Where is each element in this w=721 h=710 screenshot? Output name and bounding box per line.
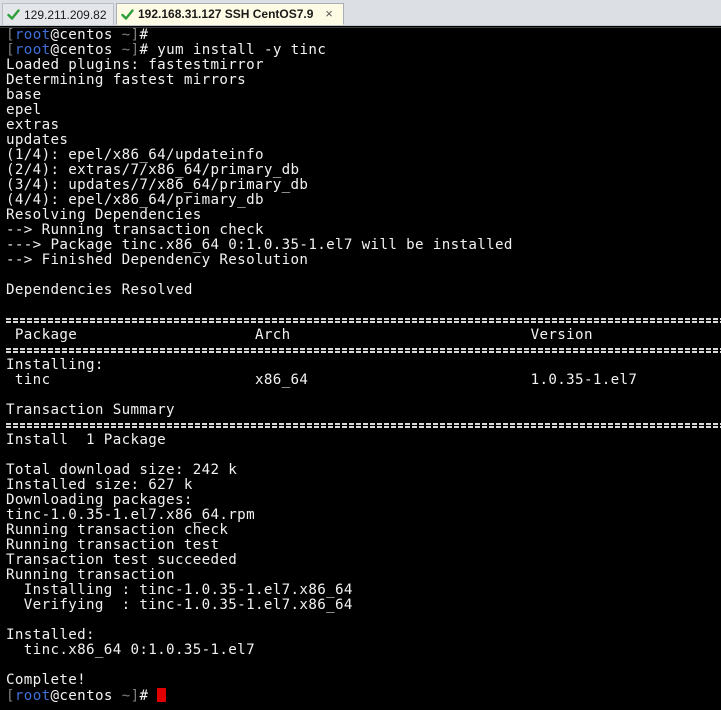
separator-rule <box>6 347 721 354</box>
output-line: Installed: <box>6 627 95 643</box>
prompt-host: centos <box>59 688 113 704</box>
check-icon <box>7 9 20 20</box>
check-icon <box>121 8 134 20</box>
prompt-line: [root@centos ~]# <box>6 28 148 43</box>
output-line: Determining fastest mirrors <box>6 72 247 88</box>
table-header: Package Arch Version <box>6 327 593 343</box>
output-line: Running transaction test <box>6 537 220 553</box>
prompt-open-bracket: [ <box>6 42 15 58</box>
prompt-open-bracket: [ <box>6 688 15 704</box>
output-line: extras <box>6 117 60 133</box>
output-line: (1/4): epel/x86_64/updateinfo <box>6 147 264 163</box>
output-line: Install 1 Package <box>6 432 167 448</box>
output-line: Transaction test succeeded <box>6 552 238 568</box>
command-text: yum install -y tinc <box>148 42 327 58</box>
output-line: updates <box>6 132 69 148</box>
table-row: tinc x86_64 1.0.35-1.el7 <box>6 372 638 388</box>
prompt-dir: ~ <box>121 27 131 43</box>
prompt-user: root <box>14 688 51 704</box>
command-line: [root@centos ~]# yum install -y tinc <box>6 43 326 58</box>
tab-session-192-active[interactable]: 192.168.31.127 SSH CentOS7.9 × <box>116 3 344 25</box>
output-line: Resolving Dependencies <box>6 207 202 223</box>
output-line: Running transaction <box>6 567 175 583</box>
separator-rule <box>6 317 721 324</box>
prompt-host: centos <box>59 27 113 43</box>
terminal-output[interactable]: [root@centos ~]# [root@centos ~]# yum in… <box>0 27 721 710</box>
prompt-symbol: # <box>139 27 149 43</box>
output-line: epel <box>6 102 42 118</box>
session-tab-bar: 129.211.209.82 192.168.31.127 SSH CentOS… <box>0 0 721 26</box>
prompt-dir: ~ <box>121 688 131 704</box>
output-line: tinc.x86_64 0:1.0.35-1.el7 <box>6 642 255 658</box>
separator-rule <box>6 422 721 429</box>
output-line: (4/4): epel/x86_64/primary_db <box>6 192 264 208</box>
output-line: Transaction Summary <box>6 402 175 418</box>
output-line: ---> Package tinc.x86_64 0:1.0.35-1.el7 … <box>6 237 513 253</box>
close-tab-icon[interactable]: × <box>322 7 336 21</box>
output-line: Complete! <box>6 672 87 688</box>
output-line: Running transaction check <box>6 522 229 538</box>
tab-label: 129.211.209.82 <box>24 7 107 22</box>
output-line: (3/4): updates/7/x86_64/primary_db <box>6 177 309 193</box>
tab-session-129[interactable]: 129.211.209.82 <box>2 3 114 25</box>
prompt-open-bracket: [ <box>6 27 15 43</box>
tab-label: 192.168.31.127 SSH CentOS7.9 <box>138 7 314 21</box>
prompt-host: centos <box>59 42 113 58</box>
text-cursor[interactable] <box>157 688 167 702</box>
output-line: --> Running transaction check <box>6 222 264 238</box>
output-line: Installed size: 627 k <box>6 477 193 493</box>
active-prompt-line[interactable]: [root@centos ~]# <box>6 688 167 704</box>
output-line: Total download size: 242 k <box>6 462 238 478</box>
prompt-user: root <box>14 42 51 58</box>
output-line: Installing: <box>6 357 104 373</box>
output-line: Installing : tinc-1.0.35-1.el7.x86_64 <box>6 582 353 598</box>
prompt-dir: ~ <box>121 42 131 58</box>
output-line: (2/4): extras/7/x86_64/primary_db <box>6 162 300 178</box>
output-line: Downloading packages: <box>6 492 193 508</box>
output-line: Verifying : tinc-1.0.35-1.el7.x86_64 <box>6 597 353 613</box>
output-line: base <box>6 87 42 103</box>
output-line: --> Finished Dependency Resolution <box>6 252 309 268</box>
output-line: Loaded plugins: fastestmirror <box>6 57 264 73</box>
output-line: Dependencies Resolved <box>6 282 193 298</box>
output-line: tinc-1.0.35-1.el7.x86_64.rpm <box>6 507 255 523</box>
prompt-user: root <box>14 27 51 43</box>
